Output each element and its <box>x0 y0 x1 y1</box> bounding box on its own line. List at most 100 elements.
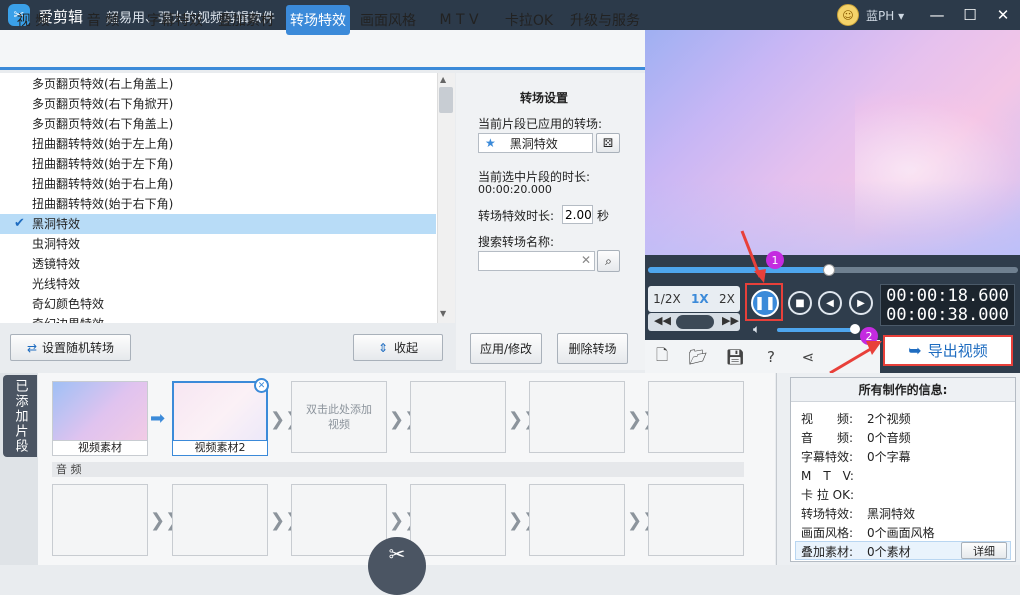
random-transition-label: 设置随机转场 <box>42 341 115 355</box>
list-item[interactable]: 扭曲翻转特效(始于右上角) <box>0 174 436 194</box>
effect-length-label: 转场特效时长: <box>478 209 555 223</box>
info-row: 叠加素材: 0个素材 <box>801 543 911 560</box>
forward-icon[interactable]: ▶▶ <box>722 314 739 327</box>
check-icon: ✔ <box>14 216 25 231</box>
list-item-selected[interactable]: ✔ 黑洞特效 <box>0 214 436 234</box>
audio-slot[interactable] <box>172 484 268 556</box>
info-key: 字幕特效: <box>801 450 854 464</box>
speed-half[interactable]: 1/2X <box>653 292 681 306</box>
collapse-button[interactable]: ⇕ 收起 <box>353 334 443 361</box>
list-item[interactable]: 奇幻边界特效 <box>0 314 436 323</box>
info-value: 0个素材 <box>867 545 911 559</box>
info-value: 黑洞特效 <box>867 507 916 521</box>
speed-double[interactable]: 2X <box>719 292 735 306</box>
empty-slot[interactable] <box>410 381 506 453</box>
info-key: 卡 拉 OK: <box>801 488 854 502</box>
audio-slot[interactable] <box>648 484 744 556</box>
audio-slot[interactable] <box>291 484 387 556</box>
time-display: 00:00:18.600 00:00:38.000 <box>880 284 1015 326</box>
info-value: 0个音频 <box>867 431 911 445</box>
scissors-icon[interactable]: ✂ <box>368 537 426 595</box>
info-row: 音 频: 0个音频 <box>801 429 911 446</box>
tab-video[interactable]: 视 频 <box>4 5 62 35</box>
search-icon[interactable]: ⌕ <box>597 250 620 272</box>
empty-slot[interactable] <box>529 381 625 453</box>
audio-slot[interactable] <box>52 484 148 556</box>
export-video-button[interactable]: ➥ 导出视频 <box>883 335 1013 366</box>
star-icon: ★ <box>485 136 496 150</box>
apply-button[interactable]: 应用/修改 <box>470 333 542 364</box>
export-icon: ➥ <box>908 341 922 360</box>
delete-transition-button[interactable]: 删除转场 <box>557 333 628 364</box>
collapse-label: 收起 <box>394 341 419 355</box>
list-scrollbar[interactable]: ▲ ▼ <box>437 73 455 323</box>
info-key: 叠加素材: <box>801 545 854 559</box>
info-row: 字幕特效: 0个字幕 <box>801 448 911 465</box>
info-row: M T V: <box>801 467 867 484</box>
total-time: 00:00:38.000 <box>886 305 1009 325</box>
info-row: 卡 拉 OK: <box>801 486 867 503</box>
rewind-icon[interactable]: ◀◀ <box>654 314 671 327</box>
close-icon[interactable]: ✕ <box>990 2 1016 28</box>
minimize-icon[interactable]: — <box>924 2 950 28</box>
tab-mtv[interactable]: M T V <box>430 5 488 35</box>
export-label: 导出视频 <box>927 342 988 360</box>
list-item[interactable]: 奇幻颜色特效 <box>0 294 436 314</box>
new-project-icon[interactable]: 🗋︎ <box>652 346 672 367</box>
username-text: 蓝PH <box>866 9 895 23</box>
audio-slot[interactable] <box>529 484 625 556</box>
list-item[interactable]: 扭曲翻转特效(始于左下角) <box>0 154 436 174</box>
dice-icon[interactable]: ⚄ <box>596 133 620 153</box>
username[interactable]: 蓝PH ▾ <box>866 7 904 24</box>
avatar[interactable]: ☺ <box>837 4 859 26</box>
clip-label: 视频素材 <box>52 440 148 456</box>
tab-subtitle[interactable]: 字幕特效 <box>143 5 207 35</box>
list-item[interactable]: 扭曲翻转特效(始于左上角) <box>0 134 436 154</box>
audio-track-label: 音 频 <box>52 462 744 477</box>
transition-arrow-icon[interactable]: ➡ <box>150 408 165 429</box>
applied-label: 当前片段已应用的转场: <box>478 117 603 131</box>
list-item[interactable]: 多页翻页特效(右上角盖上) <box>0 74 436 94</box>
random-transition-button[interactable]: ⇄ 设置随机转场 <box>10 334 131 361</box>
audio-slot[interactable] <box>410 484 506 556</box>
add-video-slot[interactable]: 双击此处添加视频 <box>291 381 387 453</box>
tab-karaoke[interactable]: 卡拉OK <box>500 5 558 35</box>
maximize-icon[interactable]: ☐ <box>957 2 983 28</box>
shuffle-icon: ⇄ <box>26 340 38 355</box>
tab-overlay[interactable]: 叠加素材 <box>214 5 278 35</box>
tab-audio[interactable]: 音 频 <box>74 5 132 35</box>
list-item[interactable]: 多页翻页特效(右下角掀开) <box>0 94 436 114</box>
list-item[interactable]: 透镜特效 <box>0 254 436 274</box>
tab-style[interactable]: 画面风格 <box>356 5 420 35</box>
tab-upgrade[interactable]: 升级与服务 <box>566 5 644 35</box>
list-item[interactable]: 虫洞特效 <box>0 234 436 254</box>
empty-slot[interactable] <box>648 381 744 453</box>
effect-length-unit: 秒 <box>597 209 610 223</box>
transition-list: 多页翻页特效(右上角盖上) 多页翻页特效(右下角掀开) 多页翻页特效(右下角盖上… <box>0 73 455 323</box>
jog-wheel[interactable]: ◀◀ ▶▶ <box>648 313 740 331</box>
open-folder-icon[interactable]: 📂︎ <box>688 347 708 367</box>
info-value: 2个视频 <box>867 412 911 426</box>
list-item[interactable]: 光线特效 <box>0 274 436 294</box>
remove-clip-icon[interactable]: ✕ <box>254 378 269 393</box>
speed-normal[interactable]: 1X <box>691 292 709 306</box>
info-key: M T V: <box>801 469 854 483</box>
info-title: 所有制作的信息: <box>791 378 1015 402</box>
main-tabs <box>0 30 645 70</box>
video-preview[interactable] <box>645 30 1020 255</box>
list-item[interactable]: 多页翻页特效(右下角盖上) <box>0 114 436 134</box>
details-button[interactable]: 详细 <box>961 542 1007 559</box>
speed-selector: 1/2X 1X 2X <box>648 286 740 312</box>
effect-length-input[interactable] <box>562 205 593 224</box>
added-clips-tab[interactable]: 已添加片段 <box>3 375 37 457</box>
clear-icon[interactable]: ✕ <box>581 253 591 267</box>
list-item[interactable]: 扭曲翻转特效(始于右下角) <box>0 194 436 214</box>
info-value: 0个字幕 <box>867 450 911 464</box>
list-item-label: 黑洞特效 <box>32 217 81 231</box>
info-key: 音 频: <box>801 431 854 445</box>
tab-transition[interactable]: 转场特效 <box>286 5 350 35</box>
search-input[interactable] <box>478 251 595 271</box>
clip-label: 视频素材2 <box>172 440 268 456</box>
info-row: 视 频: 2个视频 <box>801 410 911 427</box>
search-label: 搜索转场名称: <box>478 235 555 249</box>
